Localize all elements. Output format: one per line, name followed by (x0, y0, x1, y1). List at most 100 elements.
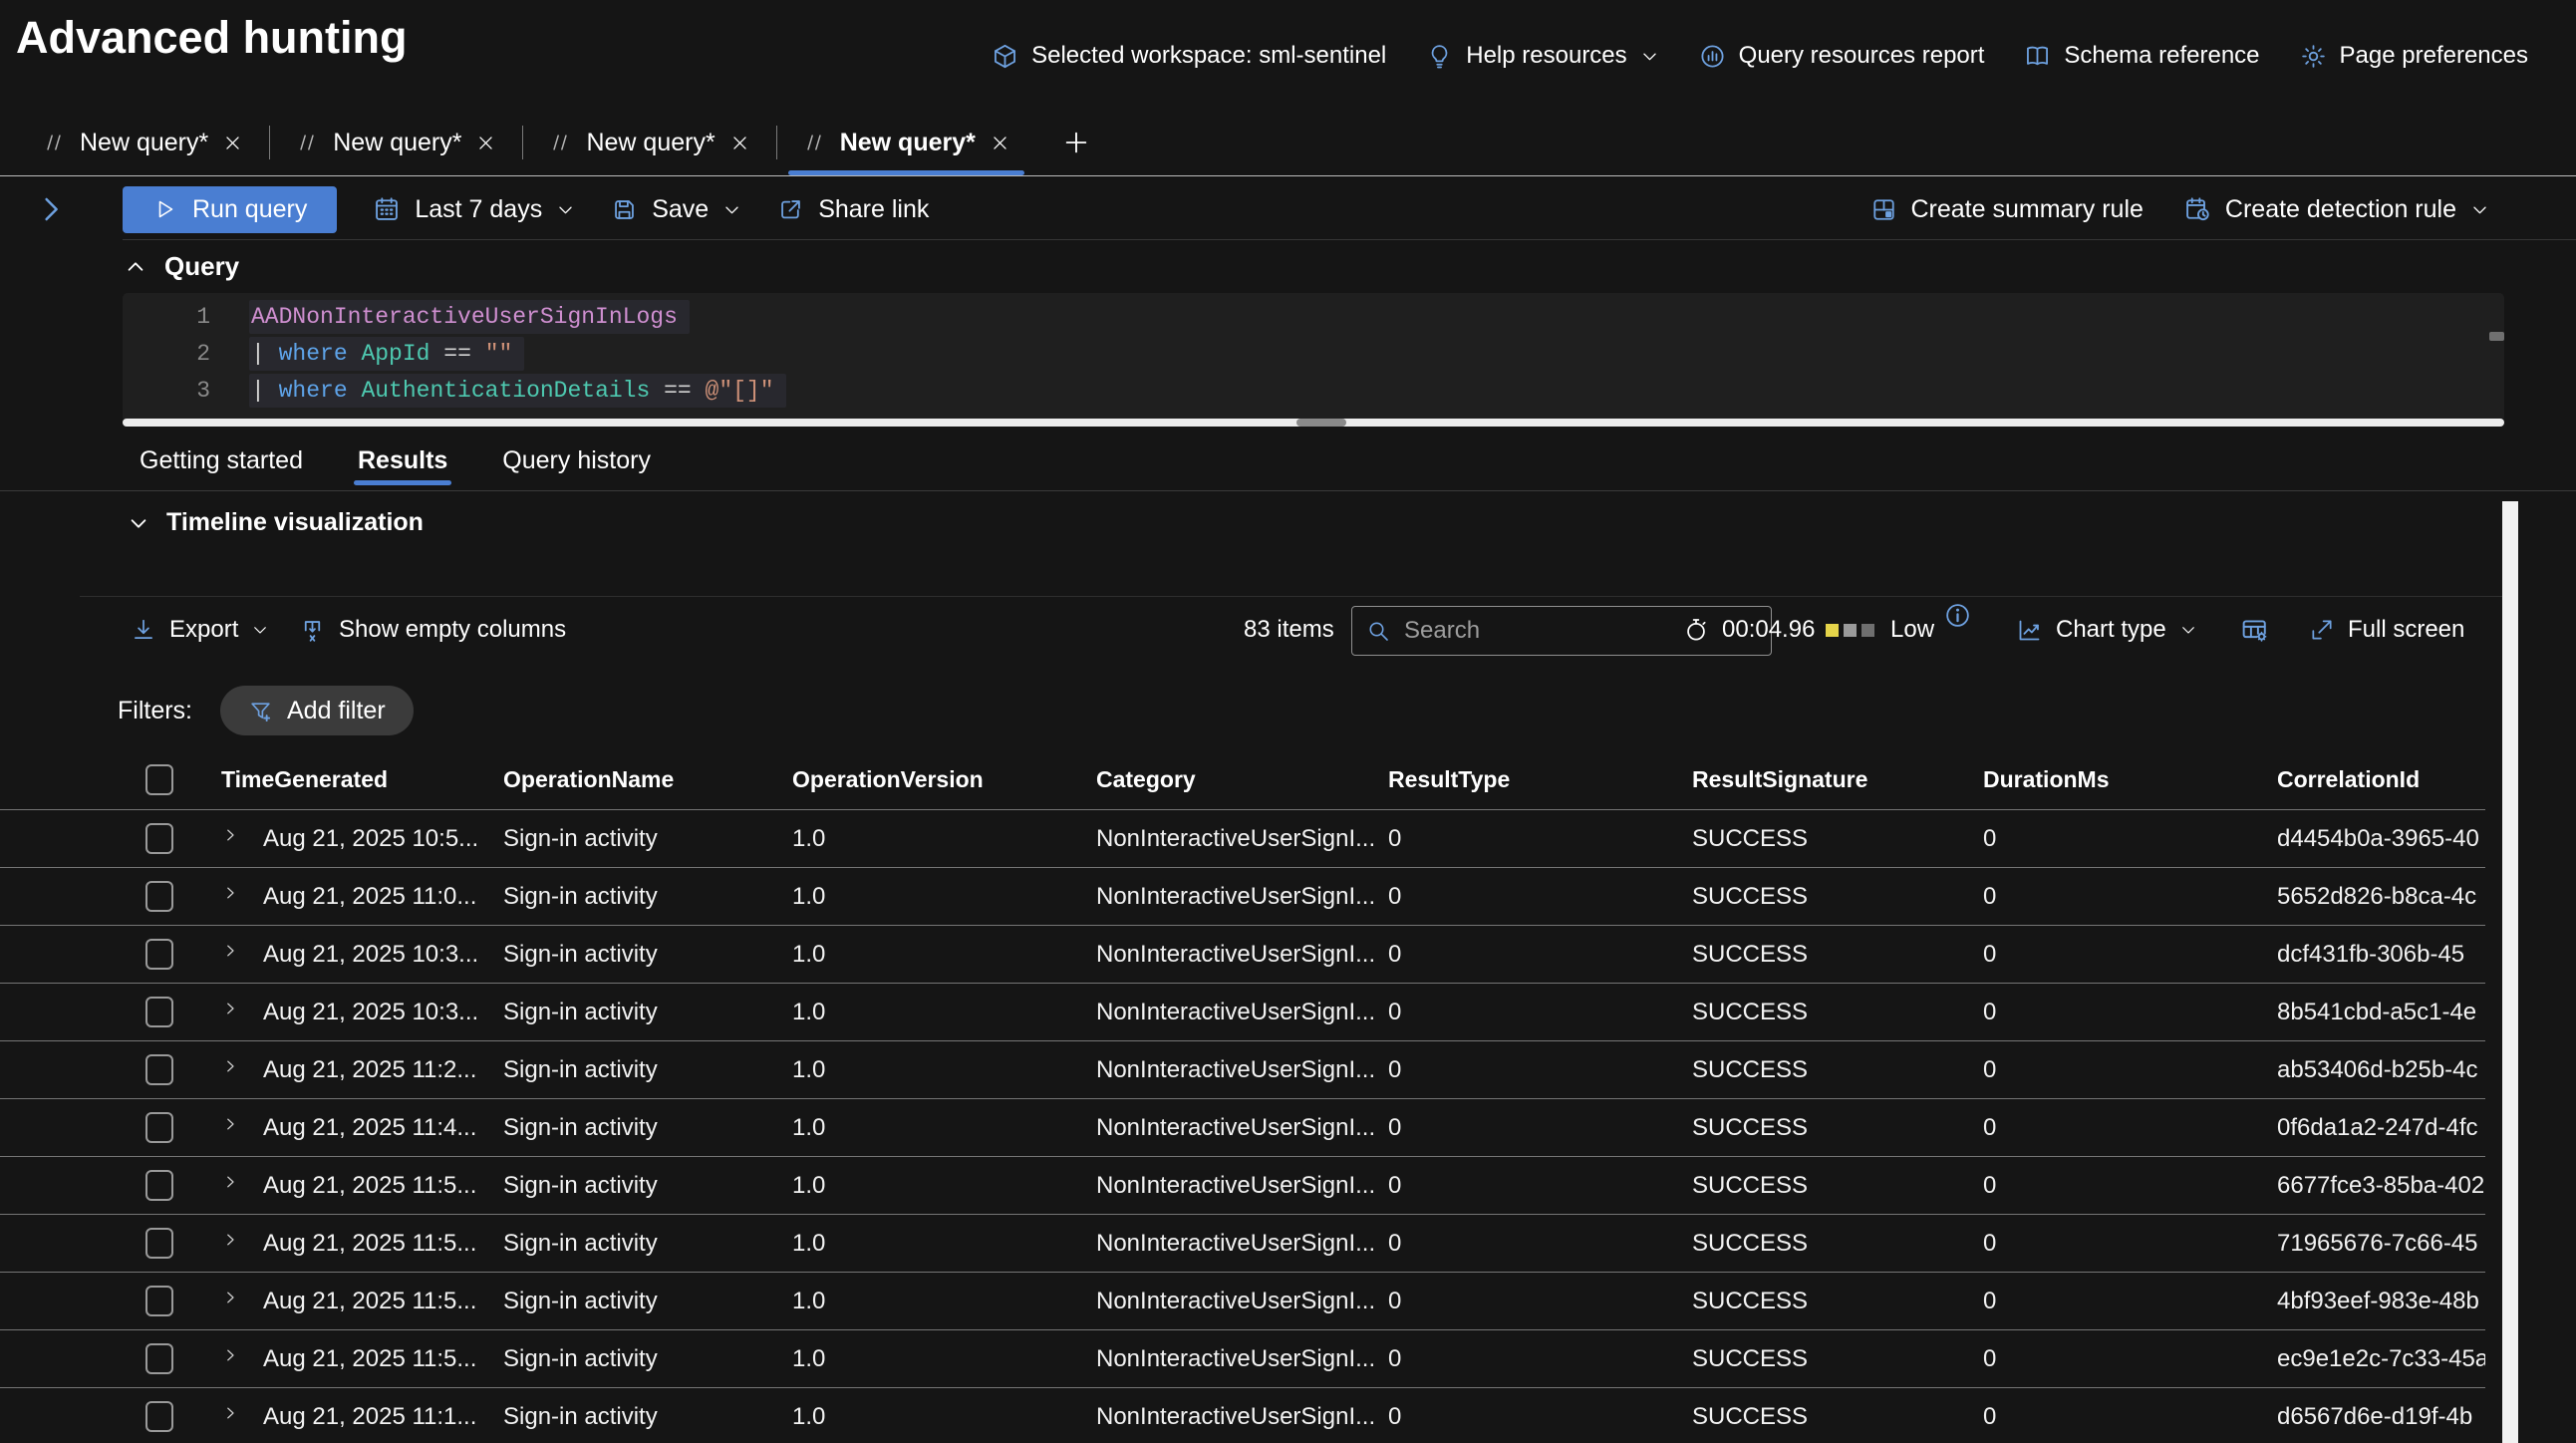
column-header-correlation-id[interactable]: CorrelationId (2277, 766, 2485, 793)
workspace-selector[interactable]: Selected workspace: sml-sentinel (992, 42, 1386, 70)
row-checkbox[interactable] (145, 1112, 173, 1143)
usage-square-1 (1826, 624, 1839, 637)
results-table-header: TimeGenerated OperationName OperationVer… (0, 749, 2485, 810)
column-header-time-generated[interactable]: TimeGenerated (221, 766, 503, 793)
query-tab-4-active[interactable]: New query* (776, 110, 1036, 175)
kql-query-editor[interactable]: 1 AADNonInteractiveUserSignInLogs 2 | wh… (123, 293, 2504, 422)
tab-getting-started[interactable]: Getting started (140, 446, 303, 493)
tab-query-history[interactable]: Query history (502, 446, 651, 493)
create-detection-rule-dropdown[interactable]: Create detection rule (2183, 195, 2489, 224)
code-icon (803, 132, 825, 153)
row-expand-chevron-icon[interactable] (221, 1344, 239, 1366)
add-filter-button[interactable]: Add filter (220, 686, 414, 735)
row-checkbox[interactable] (145, 1401, 173, 1432)
row-checkbox[interactable] (145, 823, 173, 854)
column-header-duration-ms[interactable]: DurationMs (1983, 766, 2277, 793)
row-checkbox[interactable] (145, 1228, 173, 1259)
row-checkbox[interactable] (145, 939, 173, 970)
close-icon[interactable] (223, 134, 242, 152)
cell-correlation-id: 8b541cbd-a5c1-4e (2277, 999, 2485, 1026)
close-icon[interactable] (991, 134, 1009, 152)
schema-reference-label: Schema reference (2064, 42, 2259, 70)
column-header-operation-version[interactable]: OperationVersion (792, 766, 1096, 793)
row-expand-chevron-icon[interactable] (221, 998, 239, 1019)
row-checkbox[interactable] (145, 881, 173, 912)
collapse-panel-chevron-icon[interactable] (36, 193, 66, 225)
row-checkbox[interactable] (145, 1286, 173, 1316)
table-row[interactable]: Aug 21, 2025 11:5... Sign-in activity 1.… (0, 1273, 2485, 1330)
row-expand-chevron-icon[interactable] (221, 1229, 239, 1251)
column-header-category[interactable]: Category (1096, 766, 1388, 793)
query-tab-2[interactable]: New query* (269, 110, 522, 175)
cell-result-signature: SUCCESS (1692, 1345, 1983, 1373)
column-header-result-signature[interactable]: ResultSignature (1692, 766, 1983, 793)
add-tab-button[interactable] (1036, 110, 1116, 175)
share-link-label: Share link (818, 195, 929, 224)
table-row[interactable]: Aug 21, 2025 11:5... Sign-in activity 1.… (0, 1215, 2485, 1273)
row-expand-chevron-icon[interactable] (221, 824, 239, 846)
column-header-operation-name[interactable]: OperationName (503, 766, 792, 793)
share-link-button[interactable]: Share link (777, 195, 929, 224)
page-preferences-label: Page preferences (2340, 42, 2528, 70)
table-row[interactable]: Aug 21, 2025 10:3... Sign-in activity 1.… (0, 984, 2485, 1041)
cell-correlation-id: 71965676-7c66-45 (2277, 1230, 2485, 1258)
select-all-checkbox-cell (145, 764, 221, 795)
cell-time-generated: Aug 21, 2025 11:5... (263, 1172, 503, 1200)
row-expand-chevron-icon[interactable] (221, 1171, 239, 1193)
cell-category: NonInteractiveUserSignI... (1096, 1230, 1388, 1258)
table-row[interactable]: Aug 21, 2025 11:1... Sign-in activity 1.… (0, 1388, 2485, 1443)
cell-category: NonInteractiveUserSignI... (1096, 1056, 1388, 1084)
create-summary-rule-button[interactable]: Create summary rule (1870, 195, 2144, 224)
query-tab-3[interactable]: New query* (522, 110, 775, 175)
select-all-checkbox[interactable] (145, 764, 173, 795)
query-tab-1[interactable]: New query* (16, 110, 269, 175)
cell-correlation-id: ec9e1e2c-7c33-45a (2277, 1345, 2485, 1373)
query-section-toggle[interactable]: Query (125, 251, 239, 282)
row-expand-chevron-icon[interactable] (221, 940, 239, 962)
table-row[interactable]: Aug 21, 2025 11:5... Sign-in activity 1.… (0, 1157, 2485, 1215)
row-expand-chevron-icon[interactable] (221, 1113, 239, 1135)
column-header-result-type[interactable]: ResultType (1388, 766, 1692, 793)
row-expand-chevron-icon[interactable] (221, 882, 239, 904)
page-preferences-button[interactable]: Page preferences (2300, 42, 2528, 70)
row-expand-chevron-icon[interactable] (221, 1055, 239, 1077)
schema-reference-button[interactable]: Schema reference (2024, 42, 2259, 70)
time-range-dropdown[interactable]: Last 7 days (373, 195, 575, 224)
show-empty-columns-button[interactable]: Show empty columns (299, 598, 566, 662)
timeline-visualization-toggle[interactable]: Timeline visualization (128, 508, 424, 537)
row-expand-chevron-icon[interactable] (221, 1402, 239, 1424)
editor-horizontal-scrollbar[interactable] (123, 419, 2504, 427)
editor-horizontal-scrollbar-thumb[interactable] (1296, 419, 1346, 427)
chart-type-dropdown[interactable]: Chart type (2016, 598, 2197, 662)
editor-vertical-scrollbar-thumb[interactable] (2489, 332, 2504, 341)
row-expand-cell (221, 998, 263, 1026)
close-icon[interactable] (476, 134, 495, 152)
row-checkbox-cell (145, 1054, 221, 1085)
add-filter-label: Add filter (287, 697, 386, 725)
table-row[interactable]: Aug 21, 2025 11:0... Sign-in activity 1.… (0, 868, 2485, 926)
cell-operation-name: Sign-in activity (503, 1056, 792, 1084)
save-dropdown[interactable]: Save (611, 195, 741, 224)
results-vertical-scrollbar[interactable] (2502, 501, 2518, 1443)
cell-operation-version: 1.0 (792, 1403, 1096, 1431)
close-icon[interactable] (730, 134, 749, 152)
run-query-button[interactable]: Run query (123, 186, 337, 233)
row-checkbox[interactable] (145, 1054, 173, 1085)
resource-usage-info-button[interactable] (1944, 602, 1971, 636)
table-row[interactable]: Aug 21, 2025 11:4... Sign-in activity 1.… (0, 1099, 2485, 1157)
full-screen-button[interactable]: Full screen (2309, 598, 2464, 662)
row-checkbox[interactable] (145, 1343, 173, 1374)
help-resources-button[interactable]: Help resources (1426, 42, 1658, 70)
row-expand-chevron-icon[interactable] (221, 1287, 239, 1308)
table-row[interactable]: Aug 21, 2025 10:3... Sign-in activity 1.… (0, 926, 2485, 984)
table-row[interactable]: Aug 21, 2025 11:5... Sign-in activity 1.… (0, 1330, 2485, 1388)
row-checkbox[interactable] (145, 997, 173, 1027)
query-resources-report-button[interactable]: Query resources report (1699, 42, 1985, 70)
tab-results[interactable]: Results (358, 446, 447, 493)
row-checkbox[interactable] (145, 1170, 173, 1201)
results-table: TimeGenerated OperationName OperationVer… (0, 749, 2485, 1443)
table-settings-button[interactable] (2240, 598, 2269, 662)
table-row[interactable]: Aug 21, 2025 11:2... Sign-in activity 1.… (0, 1041, 2485, 1099)
table-row[interactable]: Aug 21, 2025 10:5... Sign-in activity 1.… (0, 810, 2485, 868)
export-dropdown[interactable]: Export (131, 598, 269, 662)
